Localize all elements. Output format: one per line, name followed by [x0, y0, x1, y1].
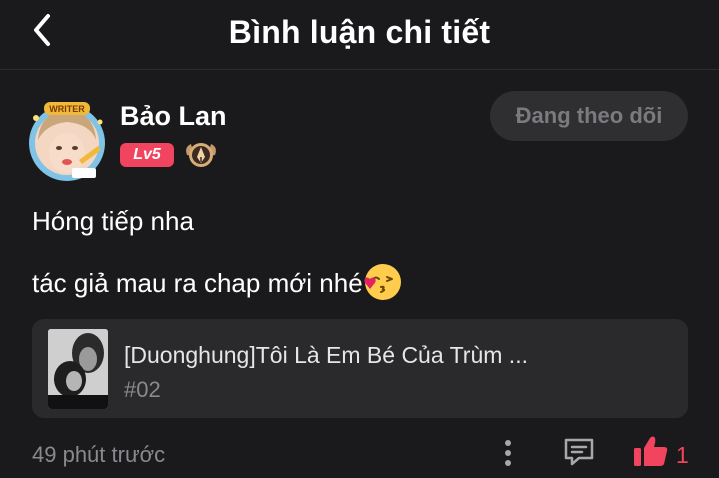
more-vertical-icon: [505, 440, 511, 466]
story-title: [Duonghung]Tôi Là Em Bé Của Trùm ...: [124, 342, 528, 368]
avatar[interactable]: WRITER: [24, 98, 110, 184]
comment-text: tác giả mau ra chap mới nhé: [32, 268, 363, 298]
header: Bình luận chi tiết: [0, 0, 719, 70]
reply-button[interactable]: [561, 434, 597, 470]
story-chapter: #02: [124, 377, 161, 402]
comment-text-line: Hóng tiếp nha: [32, 206, 194, 236]
follow-button[interactable]: Đang theo dõi: [490, 91, 688, 141]
comment-text-line: tác giả mau ra chap mới nhé: [32, 262, 403, 302]
story-card[interactable]: [Duonghung]Tôi Là Em Bé Của Trùm ... #02: [32, 319, 688, 418]
like-count: 1: [676, 442, 689, 468]
reply-icon: [564, 438, 594, 466]
comment-timestamp: 49 phút trước: [32, 442, 166, 467]
thumbs-up-icon: [634, 436, 668, 466]
writer-badge-icon: [184, 139, 218, 171]
level-badge: Lv5: [120, 143, 174, 167]
story-cover-image: [48, 329, 108, 409]
more-options-button[interactable]: [498, 434, 518, 474]
like-button[interactable]: [632, 434, 672, 470]
kissing-face-emoji-icon: [364, 264, 401, 300]
username[interactable]: Bảo Lan: [120, 101, 227, 132]
page-title: Bình luận chi tiết: [228, 14, 491, 50]
svg-text:WRITER: WRITER: [49, 104, 85, 114]
